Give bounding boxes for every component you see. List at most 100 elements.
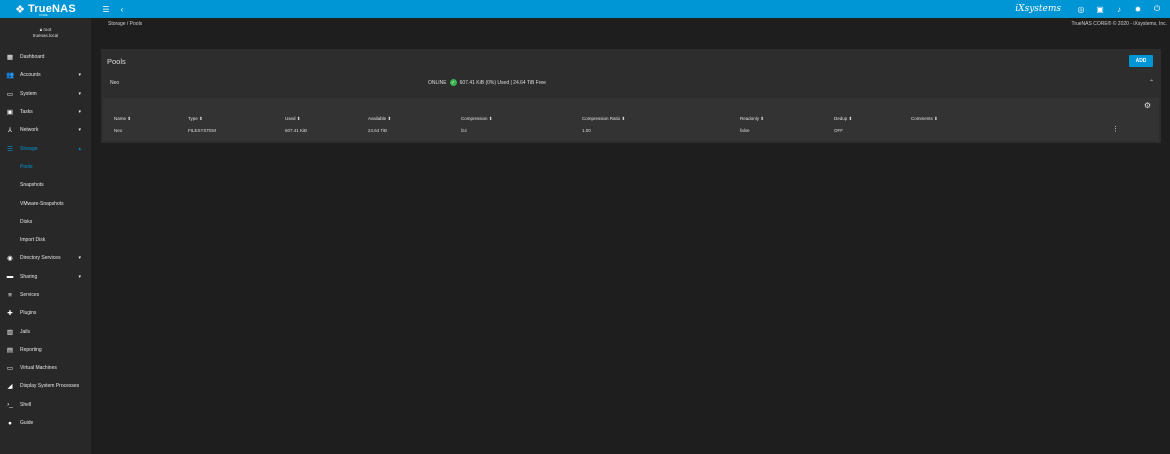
table-cell: lz4: [461, 128, 467, 133]
plugins-icon: ✚: [7, 310, 13, 318]
truenas-logo-icon: ❖: [15, 3, 25, 16]
sidebar-item-shell[interactable]: ›_ Shell: [0, 396, 91, 414]
truecommand-icon[interactable]: ◎: [1076, 4, 1086, 14]
sidebar-item-reporting[interactable]: ▤ Reporting: [0, 341, 91, 359]
sort-icon: ⬍: [126, 116, 132, 121]
pool-header[interactable]: Neo ONLINE ✓ 607.41 KiB (0%) Used | 24.6…: [101, 74, 1161, 97]
sidebar-item-jails[interactable]: ▥ Jails: [0, 322, 91, 340]
table-settings-gear-icon[interactable]: ⚙: [1144, 101, 1151, 110]
storage-icon: ☰: [7, 145, 13, 153]
clipboard-icon[interactable]: ▣: [1095, 4, 1105, 14]
pool-status-text: ONLINE: [428, 79, 447, 86]
system-icon: ▭: [6, 90, 14, 98]
guide-icon: ●: [8, 419, 12, 427]
sidebar-subitem-pools[interactable]: Pools: [0, 158, 91, 176]
sort-icon: ⬍: [197, 116, 203, 121]
sidebar-item-system[interactable]: ▭ System ▾: [0, 85, 91, 103]
chevron-down-icon: ▾: [78, 255, 81, 262]
sort-icon: ⬍: [386, 116, 392, 121]
sidebar-subitem-snapshots[interactable]: Snapshots: [0, 176, 91, 194]
sidebar-item-storage[interactable]: ☰ Storage ▴: [0, 139, 91, 157]
table-cell: 24.64 TiB: [368, 128, 388, 133]
sidebar-item-label: Shell: [20, 401, 32, 408]
sidebar-subitem-disks[interactable]: Disks: [0, 213, 91, 231]
chevron-down-icon: ▾: [78, 109, 81, 116]
column-header-available[interactable]: Available ⬍: [368, 116, 391, 122]
column-header-label: Compression Ratio: [582, 116, 621, 121]
column-header-compression[interactable]: Compression ⬍: [461, 116, 493, 122]
table-cell: false: [740, 128, 750, 133]
sidebar-item-label: Dashboard: [20, 54, 45, 61]
directory-services-icon: ◉: [7, 255, 13, 263]
sidebar-item-services[interactable]: ≡ Services: [0, 286, 91, 304]
chevron-left-icon[interactable]: ‹: [117, 4, 127, 14]
sidebar-item-label: Services: [20, 292, 40, 298]
virtual-machines-icon: ▭: [6, 365, 14, 373]
sidebar-item-display-system-processes[interactable]: ◢ Display System Processes: [0, 377, 91, 395]
column-header-compression-ratio[interactable]: Compression Ratio ⬍: [582, 116, 625, 122]
sort-icon: ⬍: [759, 116, 765, 121]
processes-icon: ◢: [7, 383, 13, 391]
sidebar-item-accounts[interactable]: 👥 Accounts ▾: [0, 66, 91, 84]
menu-icon[interactable]: ☰: [101, 4, 111, 14]
sharing-icon: ▬: [6, 273, 14, 281]
table-cell: FILESYSTEM: [188, 128, 217, 133]
sidebar-item-directory-services[interactable]: ◉ Directory Services ▾: [0, 249, 91, 267]
sidebar-item-label: Display System Processes: [20, 383, 80, 390]
sidebar-item-plugins[interactable]: ✚ Plugins: [0, 304, 91, 322]
sidebar-subitem-vmware-snapshots[interactable]: VMware-Snapshots: [0, 194, 91, 212]
username: root: [43, 27, 52, 32]
sidebar-item-dashboard[interactable]: ▦ Dashboard: [0, 48, 91, 66]
sidebar-subitem-import-disk[interactable]: Import Disk: [0, 231, 91, 249]
sort-icon: ⬍: [847, 116, 853, 121]
bell-icon[interactable]: ♪: [1114, 4, 1124, 14]
top-bar: ❖ TrueNAS CORE ☰ ‹ iXsystems ◎ ▣ ♪ ✹ ⏻: [0, 0, 1170, 18]
reporting-icon: ▤: [6, 346, 14, 354]
pool-status: ONLINE ✓ 607.41 KiB (0%) Used | 24.64 Ti…: [428, 79, 546, 86]
hostname: truenas.local: [32, 33, 59, 38]
column-header-readonly[interactable]: Readonly ⬍: [740, 116, 764, 122]
check-circle-icon: ✓: [449, 79, 457, 86]
datasets-table: ⚙ Name ⬍ Type ⬍ Used ⬍ Available ⬍ Compressi…: [103, 98, 1159, 141]
shell-icon: ›_: [7, 401, 13, 409]
sidebar-item-label: Plugins: [20, 310, 37, 317]
chevron-down-icon: ▾: [78, 72, 81, 79]
sort-icon: ⬍: [620, 116, 626, 121]
column-header-dedup[interactable]: Dedup ⬍: [834, 116, 852, 122]
accounts-icon: 👥: [5, 72, 15, 80]
dashboard-icon: ▦: [6, 54, 14, 62]
column-header-name[interactable]: Name ⬍: [114, 116, 131, 122]
sidebar-item-network[interactable]: ⅄ Network ▾: [0, 121, 91, 139]
logo-text: TrueNAS: [28, 3, 76, 15]
pool-name: Neo: [110, 80, 120, 86]
sidebar-item-sharing[interactable]: ▬ Sharing ▾: [0, 268, 91, 286]
column-header-label: Dedup: [834, 116, 848, 121]
column-header-type[interactable]: Type ⬍: [188, 116, 203, 122]
pool-usage: 607.41 KiB (0%) Used | 24.64 TiB Free: [459, 79, 546, 86]
sort-icon: ⬍: [932, 116, 938, 121]
chevron-up-icon[interactable]: ⌃: [1149, 79, 1154, 86]
sidebar-item-guide[interactable]: ● Guide: [0, 414, 91, 432]
sidebar-item-label: Reporting: [20, 346, 42, 353]
tasks-icon: ▣: [6, 109, 14, 117]
truenas-logo[interactable]: ❖ TrueNAS CORE: [0, 0, 91, 18]
table-cell: 607.41 KiB: [285, 128, 308, 133]
sidebar-item-tasks[interactable]: ▣ Tasks ▾: [0, 103, 91, 121]
sidebar: 🔒︎ root truenas.local ▦ Dashboard 👥 Account…: [0, 18, 91, 454]
column-header-label: Available: [368, 116, 387, 121]
column-header-used[interactable]: Used ⬍: [285, 116, 301, 122]
gear-icon[interactable]: ✹: [1133, 4, 1143, 14]
column-header-comments[interactable]: Comments ⬍: [911, 116, 938, 122]
copyright: TrueNAS CORE® © 2020 - iXsystems, Inc.: [1071, 21, 1167, 27]
sidebar-item-virtual-machines[interactable]: ▭ Virtual Machines: [0, 359, 91, 377]
row-actions-kebab-icon[interactable]: ⋮: [1112, 125, 1119, 133]
column-header-label: Name: [114, 116, 127, 121]
logo-subtext: CORE: [39, 13, 48, 17]
ixsystems-logo[interactable]: iXsystems: [1015, 4, 1061, 14]
chevron-down-icon: ▾: [78, 273, 81, 280]
add-button[interactable]: ADD: [1129, 55, 1153, 67]
power-icon[interactable]: ⏻: [1152, 4, 1162, 14]
network-icon: ⅄: [8, 127, 12, 135]
breadcrumb[interactable]: Storage / Pools: [108, 21, 142, 27]
table-cell: 1.00: [582, 128, 591, 133]
